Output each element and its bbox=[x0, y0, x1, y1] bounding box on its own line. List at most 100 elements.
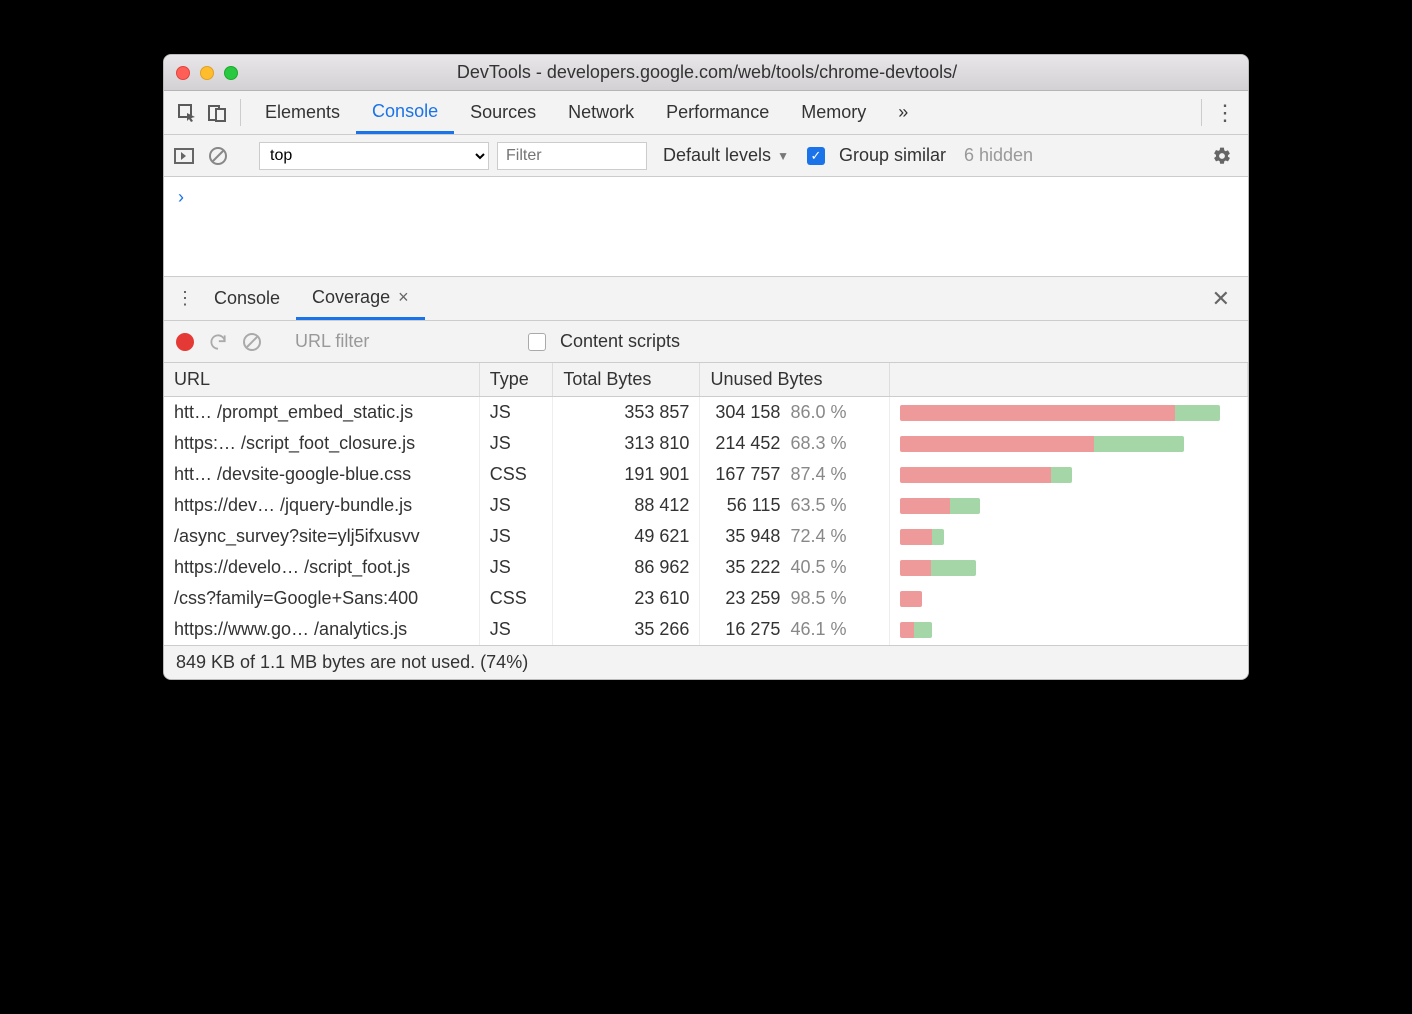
tab-performance[interactable]: Performance bbox=[650, 91, 785, 134]
col-type[interactable]: Type bbox=[479, 363, 553, 397]
cell-unused-bytes: 35 948 72.4 % bbox=[700, 521, 889, 552]
table-row[interactable]: htt… /prompt_embed_static.jsJS353 857304… bbox=[164, 397, 1248, 429]
cell-usage-bar bbox=[889, 397, 1247, 429]
cell-total-bytes: 49 621 bbox=[553, 521, 700, 552]
cell-type: JS bbox=[479, 552, 553, 583]
cell-total-bytes: 191 901 bbox=[553, 459, 700, 490]
cell-type: JS bbox=[479, 428, 553, 459]
table-row[interactable]: /css?family=Google+Sans:400CSS23 61023 2… bbox=[164, 583, 1248, 614]
usage-bar bbox=[900, 405, 1220, 421]
usage-bar-unused bbox=[900, 560, 931, 576]
table-row[interactable]: /async_survey?site=ylj5ifxusvvJS49 62135… bbox=[164, 521, 1248, 552]
table-row[interactable]: https://dev… /jquery-bundle.jsJS88 41256… bbox=[164, 490, 1248, 521]
execution-context-icon[interactable] bbox=[174, 148, 200, 164]
traffic-lights bbox=[176, 66, 238, 80]
drawer-tab-coverage[interactable]: Coverage × bbox=[296, 277, 425, 320]
table-row[interactable]: htt… /devsite-google-blue.cssCSS191 9011… bbox=[164, 459, 1248, 490]
close-window-button[interactable] bbox=[176, 66, 190, 80]
table-row[interactable]: https://develo… /script_foot.jsJS86 9623… bbox=[164, 552, 1248, 583]
usage-bar-used bbox=[950, 498, 979, 514]
window-title: DevTools - developers.google.com/web/too… bbox=[238, 62, 1236, 83]
usage-bar-used bbox=[1175, 405, 1220, 421]
usage-bar bbox=[900, 622, 932, 638]
cell-url: https://www.go… /analytics.js bbox=[164, 614, 479, 645]
cell-type: JS bbox=[479, 397, 553, 429]
cell-unused-bytes: 23 25998.5 % bbox=[700, 583, 889, 614]
group-similar-checkbox[interactable]: ✓ bbox=[807, 147, 825, 165]
drawer-tab-label: Coverage bbox=[312, 287, 390, 308]
more-menu-icon[interactable]: ⋮ bbox=[1210, 91, 1240, 134]
cell-total-bytes: 35 266 bbox=[553, 614, 700, 645]
device-toolbar-icon[interactable] bbox=[202, 91, 232, 134]
tab-memory[interactable]: Memory bbox=[785, 91, 882, 134]
record-button[interactable] bbox=[176, 333, 194, 351]
tab-network[interactable]: Network bbox=[552, 91, 650, 134]
table-row[interactable]: https://www.go… /analytics.jsJS35 26616 … bbox=[164, 614, 1248, 645]
dropdown-triangle-icon: ▼ bbox=[777, 149, 789, 163]
usage-bar bbox=[900, 436, 1185, 452]
reload-icon[interactable] bbox=[208, 332, 228, 352]
console-settings-icon[interactable] bbox=[1206, 146, 1238, 166]
cell-url: https://develo… /script_foot.js bbox=[164, 552, 479, 583]
unused-bytes-value: 214 452 bbox=[710, 433, 780, 454]
drawer-tab-close-icon[interactable]: × bbox=[398, 287, 409, 308]
content-scripts-label: Content scripts bbox=[560, 331, 680, 352]
drawer-tab-console[interactable]: Console bbox=[198, 277, 296, 320]
usage-bar-used bbox=[932, 529, 944, 545]
usage-bar bbox=[900, 467, 1073, 483]
unused-bytes-value: 16 275 bbox=[710, 619, 780, 640]
drawer-tabs: ⋮ Console Coverage × ✕ bbox=[164, 277, 1248, 321]
coverage-toolbar: Content scripts bbox=[164, 321, 1248, 363]
inspect-element-icon[interactable] bbox=[172, 91, 202, 134]
console-input-area[interactable]: › bbox=[164, 177, 1248, 277]
unused-bytes-value: 35 948 bbox=[710, 526, 780, 547]
drawer-close-button[interactable]: ✕ bbox=[1202, 277, 1240, 320]
maximize-window-button[interactable] bbox=[224, 66, 238, 80]
col-unused[interactable]: Unused Bytes bbox=[700, 363, 889, 397]
cell-type: JS bbox=[479, 614, 553, 645]
cell-url: https://dev… /jquery-bundle.js bbox=[164, 490, 479, 521]
unused-percent: 86.0 % bbox=[790, 402, 846, 423]
cell-url: htt… /devsite-google-blue.css bbox=[164, 459, 479, 490]
context-selector[interactable]: top bbox=[259, 142, 489, 170]
clear-coverage-icon[interactable] bbox=[242, 332, 262, 352]
tab-console[interactable]: Console bbox=[356, 91, 454, 134]
cell-unused-bytes: 16 27546.1 % bbox=[700, 614, 889, 645]
group-similar-label: Group similar bbox=[839, 145, 946, 166]
hidden-count[interactable]: 6 hidden bbox=[964, 145, 1033, 166]
devtools-window: DevTools - developers.google.com/web/too… bbox=[163, 54, 1249, 680]
usage-bar-unused bbox=[900, 591, 922, 607]
usage-bar-unused bbox=[900, 436, 1095, 452]
usage-bar bbox=[900, 560, 977, 576]
col-total[interactable]: Total Bytes bbox=[553, 363, 700, 397]
usage-bar-used bbox=[914, 622, 931, 638]
clear-console-icon[interactable] bbox=[208, 146, 234, 166]
cell-usage-bar bbox=[889, 459, 1247, 490]
cell-unused-bytes: 304 15886.0 % bbox=[700, 397, 889, 429]
drawer-more-icon[interactable]: ⋮ bbox=[172, 277, 198, 320]
table-row[interactable]: https:… /script_foot_closure.jsJS313 810… bbox=[164, 428, 1248, 459]
cell-url: /async_survey?site=ylj5ifxusvv bbox=[164, 521, 479, 552]
console-filter-input[interactable] bbox=[497, 142, 647, 170]
usage-bar-unused bbox=[900, 498, 951, 514]
cell-total-bytes: 353 857 bbox=[553, 397, 700, 429]
cell-unused-bytes: 167 75787.4 % bbox=[700, 459, 889, 490]
console-prompt-icon: › bbox=[178, 187, 184, 207]
unused-percent: 40.5 % bbox=[790, 557, 846, 578]
col-url[interactable]: URL bbox=[164, 363, 479, 397]
content-scripts-checkbox[interactable] bbox=[528, 333, 546, 351]
usage-bar-unused bbox=[900, 529, 932, 545]
unused-percent: 63.5 % bbox=[790, 495, 846, 516]
cell-total-bytes: 88 412 bbox=[553, 490, 700, 521]
unused-percent: 72.4 % bbox=[790, 526, 846, 547]
url-filter-input[interactable] bbox=[295, 331, 495, 352]
tab-elements[interactable]: Elements bbox=[249, 91, 356, 134]
coverage-table-header: URL Type Total Bytes Unused Bytes bbox=[164, 363, 1248, 397]
usage-bar bbox=[900, 498, 980, 514]
tabs-overflow[interactable]: » bbox=[882, 91, 924, 134]
tab-sources[interactable]: Sources bbox=[454, 91, 552, 134]
usage-bar-unused bbox=[900, 467, 1051, 483]
minimize-window-button[interactable] bbox=[200, 66, 214, 80]
log-levels-selector[interactable]: Default levels ▼ bbox=[655, 145, 789, 166]
col-bar bbox=[889, 363, 1247, 397]
